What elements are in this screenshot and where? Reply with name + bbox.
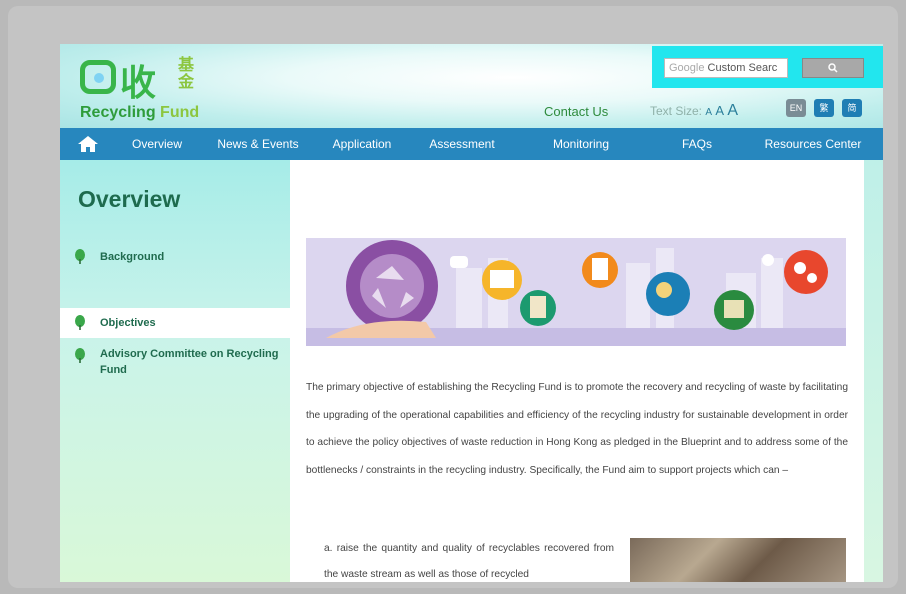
text-size-large[interactable]: A bbox=[727, 102, 738, 119]
logo-chinese: 收 bbox=[120, 63, 156, 104]
search-icon bbox=[828, 63, 838, 73]
search-button[interactable] bbox=[802, 58, 864, 78]
text-size-label: Text Size: bbox=[650, 104, 703, 118]
recycle-logo-icon bbox=[80, 60, 116, 94]
list-item-a: a. raise the quantity and quality of rec… bbox=[324, 543, 614, 580]
browser-frame: 收 基金 Recycling Fund Google Custom Searc … bbox=[8, 6, 898, 588]
sidebar-item-label: Advisory Committee on Recycling Fund bbox=[100, 348, 279, 376]
main-content: The primary objective of establishing th… bbox=[290, 160, 864, 582]
sidebar-item-objectives[interactable]: Objectives bbox=[60, 308, 290, 338]
objective-paragraph: The primary objective of establishing th… bbox=[306, 382, 848, 476]
page-viewport: 收 基金 Recycling Fund Google Custom Searc … bbox=[60, 44, 883, 582]
nav-monitoring[interactable]: Monitoring bbox=[540, 128, 622, 160]
sidebar: Overview Background Objectives Advisory … bbox=[60, 160, 290, 582]
nav-assessment[interactable]: Assessment bbox=[422, 128, 502, 160]
sidebar-item-label: Objectives bbox=[100, 317, 156, 329]
recycling-photo bbox=[630, 538, 846, 582]
logo-english: Recycling Fund bbox=[80, 104, 200, 121]
lang-traditional-button[interactable]: 繁 bbox=[814, 99, 834, 117]
tree-icon bbox=[75, 315, 85, 330]
logo-chinese-small: 基金 bbox=[178, 55, 195, 91]
nav-overview[interactable]: Overview bbox=[122, 128, 192, 160]
nav-resources-center[interactable]: Resources Center bbox=[760, 128, 866, 160]
nav-application[interactable]: Application bbox=[322, 128, 402, 160]
lang-en-button[interactable]: EN bbox=[786, 99, 806, 117]
text-size-small[interactable]: A bbox=[705, 107, 712, 118]
recycling-fund-logo[interactable]: 收 基金 Recycling Fund bbox=[74, 54, 224, 124]
objectives-banner-illustration bbox=[306, 238, 846, 346]
sidebar-title: Overview bbox=[78, 186, 181, 212]
sidebar-item-background[interactable]: Background bbox=[60, 246, 290, 268]
search-area: Google Custom Searc bbox=[652, 46, 883, 88]
tree-icon bbox=[75, 249, 85, 264]
contact-us-link[interactable]: Contact Us bbox=[544, 104, 608, 119]
right-background-strip bbox=[864, 160, 883, 582]
text-size-medium[interactable]: A bbox=[715, 103, 724, 118]
search-input[interactable]: Google Custom Searc bbox=[664, 58, 788, 78]
site-header: 收 基金 Recycling Fund Google Custom Searc … bbox=[60, 44, 883, 128]
lang-simplified-button[interactable]: 简 bbox=[842, 99, 862, 117]
sidebar-item-advisory-committee[interactable]: Advisory Committee on Recycling Fund bbox=[60, 346, 290, 382]
tree-icon bbox=[75, 348, 85, 363]
nav-news-events[interactable]: News & Events bbox=[210, 128, 306, 160]
sidebar-item-label: Background bbox=[100, 251, 165, 263]
main-navigation: Overview News & Events Application Asses… bbox=[60, 128, 883, 160]
text-size-control: Text Size: A A A bbox=[650, 102, 738, 120]
banner-graphic bbox=[306, 238, 846, 346]
home-icon[interactable] bbox=[78, 136, 98, 152]
nav-faqs[interactable]: FAQs bbox=[672, 128, 722, 160]
